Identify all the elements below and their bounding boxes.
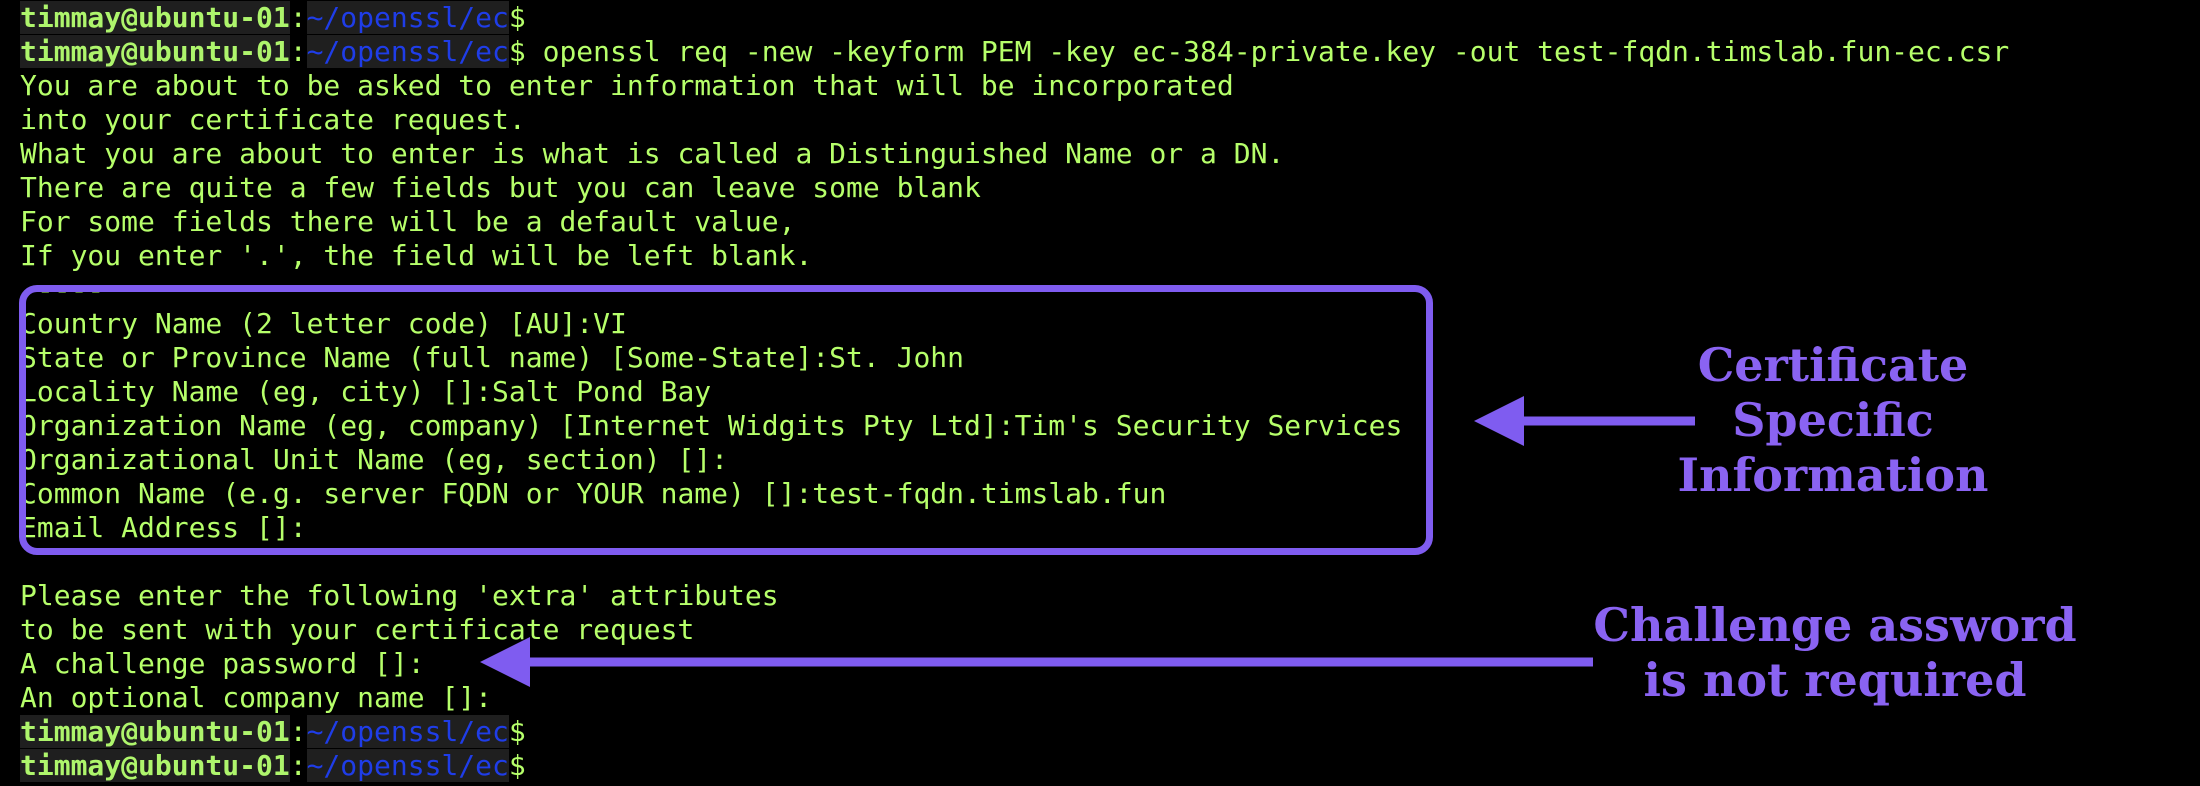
prompt-user: timmay@ubuntu-01 bbox=[20, 35, 290, 68]
challenge-password-prompt: A challenge password []: bbox=[20, 647, 425, 680]
highlight-box bbox=[19, 285, 1433, 555]
prompt-symbol: $ bbox=[508, 715, 526, 748]
prompt-user: timmay@ubuntu-01 bbox=[20, 749, 290, 782]
output-line: What you are about to enter is what is c… bbox=[20, 137, 1285, 170]
prompt-user: timmay@ubuntu-01 bbox=[20, 715, 290, 748]
output-line: You are about to be asked to enter infor… bbox=[20, 69, 1234, 102]
prompt-user: timmay@ubuntu-01 bbox=[20, 1, 290, 34]
challenge-annotation: Challenge assword is not required bbox=[1593, 598, 2077, 707]
prompt-line-3: timmay@ubuntu-01:~/openssl/ec$ bbox=[20, 715, 526, 748]
output-line: There are quite a few fields but you can… bbox=[20, 171, 981, 204]
output-line: to be sent with your certificate request bbox=[20, 613, 695, 646]
prompt-symbol: $ bbox=[508, 35, 526, 68]
output-line: Please enter the following 'extra' attri… bbox=[20, 579, 779, 612]
prompt-symbol: $ bbox=[508, 749, 526, 782]
prompt-line-1: timmay@ubuntu-01:~/openssl/ec$ bbox=[20, 1, 526, 34]
prompt-path: ~/openssl/ec bbox=[306, 1, 509, 34]
optional-company-prompt: An optional company name []: bbox=[20, 681, 493, 714]
command-text: openssl req -new -keyform PEM -key ec-38… bbox=[525, 35, 2010, 68]
prompt-line-2: timmay@ubuntu-01:~/openssl/ec$ openssl r… bbox=[20, 35, 2010, 68]
prompt-path: ~/openssl/ec bbox=[306, 715, 509, 748]
output-line: into your certificate request. bbox=[20, 103, 526, 136]
prompt-path: ~/openssl/ec bbox=[306, 749, 509, 782]
output-line: For some fields there will be a default … bbox=[20, 205, 796, 238]
certificate-annotation: Certificate Specific Information bbox=[1677, 338, 1989, 502]
prompt-path: ~/openssl/ec bbox=[306, 35, 509, 68]
prompt-symbol: $ bbox=[508, 1, 526, 34]
prompt-line-4: timmay@ubuntu-01:~/openssl/ec$ bbox=[20, 749, 526, 782]
output-line: If you enter '.', the field will be left… bbox=[20, 239, 813, 272]
